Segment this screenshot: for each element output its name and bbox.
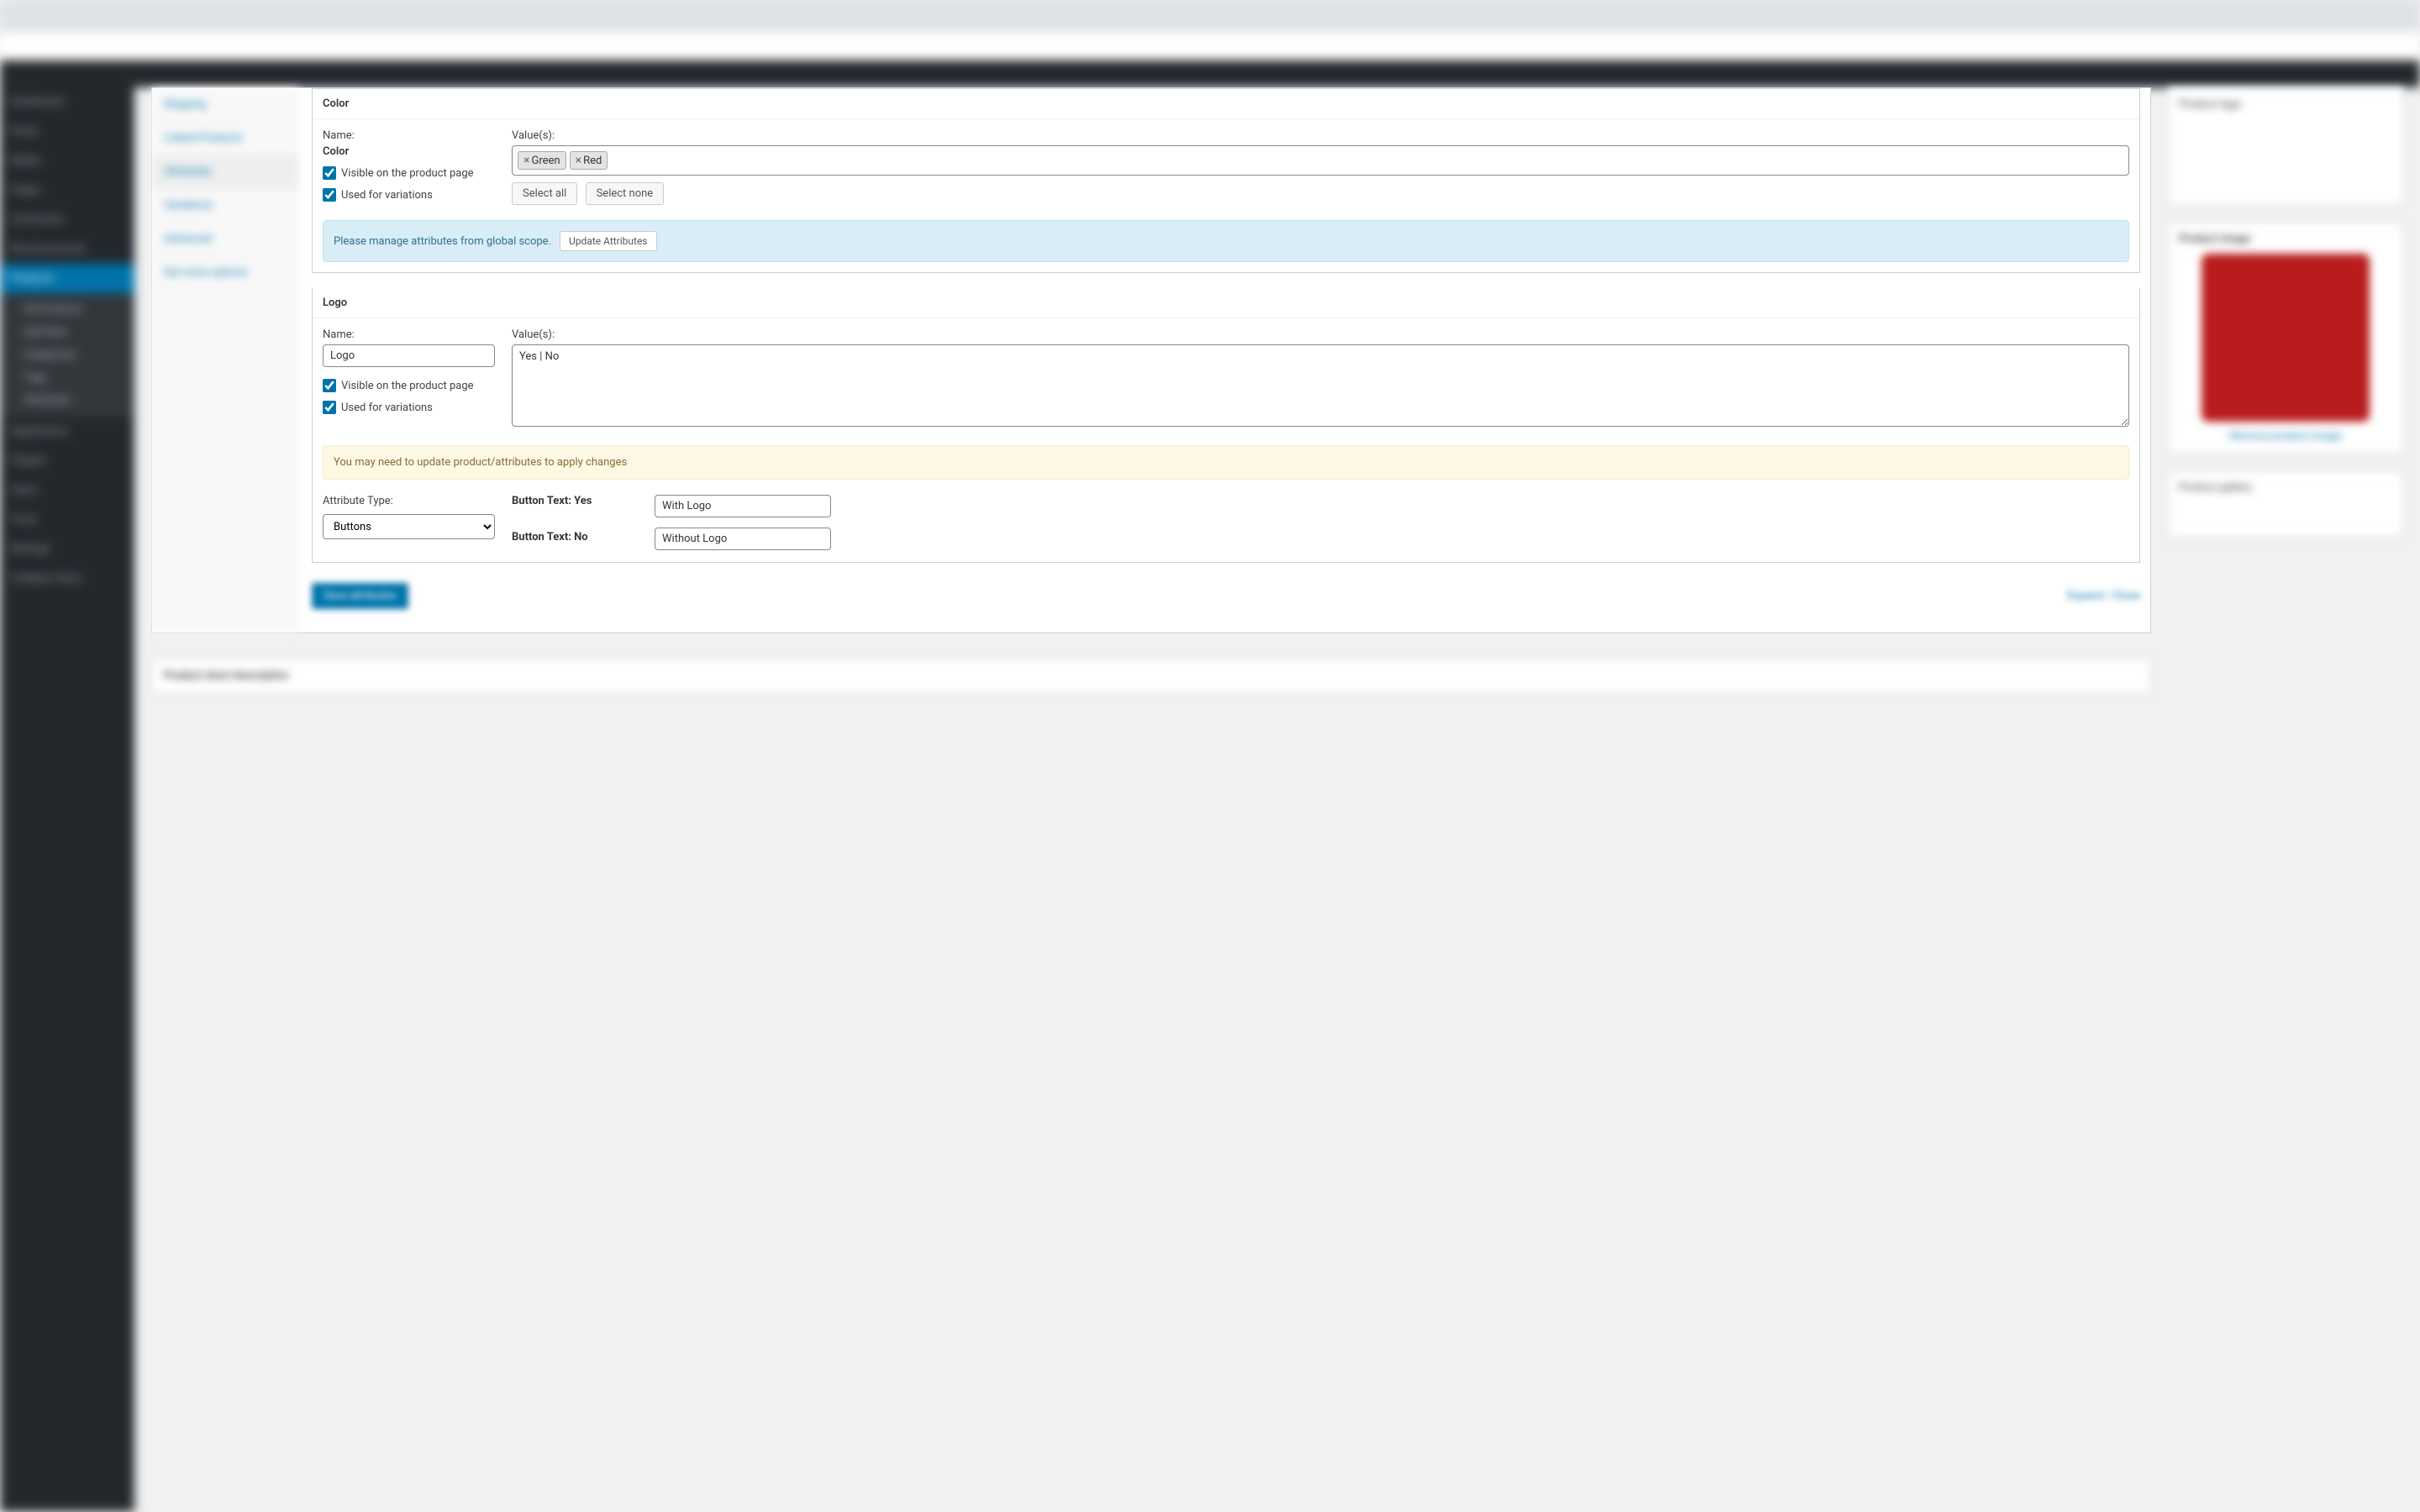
tag-remove-icon[interactable]: × bbox=[576, 155, 581, 166]
expand-close-link[interactable]: Expand / Close bbox=[2067, 590, 2140, 602]
color-values-input[interactable]: ×Green ×Red bbox=[512, 145, 2129, 176]
logo-variations-checkbox[interactable] bbox=[323, 401, 336, 414]
tag-remove-icon[interactable]: × bbox=[523, 155, 529, 166]
select-none-button[interactable]: Select none bbox=[586, 182, 665, 205]
logo-name-input[interactable] bbox=[323, 344, 495, 367]
update-attributes-button[interactable]: Update Attributes bbox=[560, 231, 656, 251]
logo-visible-label: Visible on the product page bbox=[341, 380, 474, 392]
logo-variations-label: Used for variations bbox=[341, 402, 433, 414]
logo-name-label: Name: bbox=[323, 328, 495, 341]
save-attributes-button[interactable]: Save attributes bbox=[312, 583, 408, 609]
btn-text-no-label: Button Text: No bbox=[512, 531, 638, 543]
tag-green[interactable]: ×Green bbox=[518, 151, 566, 170]
attribute-color-block: Color Name: Color Visible on the product… bbox=[312, 88, 2140, 273]
tag-red[interactable]: ×Red bbox=[570, 151, 608, 170]
color-visible-label: Visible on the product page bbox=[341, 167, 474, 180]
btn-text-yes-input[interactable] bbox=[655, 495, 831, 517]
select-all-button[interactable]: Select all bbox=[512, 182, 577, 205]
color-variations-label: Used for variations bbox=[341, 189, 433, 202]
attribute-type-select[interactable]: Buttons bbox=[323, 514, 495, 539]
color-name-label: Name: bbox=[323, 129, 495, 142]
attribute-color-title[interactable]: Color bbox=[313, 89, 2139, 119]
logo-values-textarea[interactable] bbox=[512, 344, 2129, 427]
short-description-box[interactable]: Product short description bbox=[151, 659, 2151, 693]
color-variations-checkbox[interactable] bbox=[323, 188, 336, 202]
type-label: Attribute Type: bbox=[323, 495, 495, 507]
attribute-logo-block: Logo Name: Visible on the product page bbox=[312, 288, 2140, 563]
attribute-logo-title[interactable]: Logo bbox=[313, 288, 2139, 318]
color-visible-checkbox[interactable] bbox=[323, 166, 336, 180]
btn-text-yes-label: Button Text: Yes bbox=[512, 495, 638, 507]
color-values-label: Value(s): bbox=[512, 129, 2129, 142]
btn-text-no-input[interactable] bbox=[655, 528, 831, 550]
color-name-value: Color bbox=[323, 145, 495, 158]
logo-visible-checkbox[interactable] bbox=[323, 379, 336, 392]
color-info-message: Please manage attributes from global sco… bbox=[334, 235, 551, 248]
logo-warn-box: You may need to update product/attribute… bbox=[323, 445, 2129, 480]
logo-values-label: Value(s): bbox=[512, 328, 2129, 341]
color-info-box: Please manage attributes from global sco… bbox=[323, 220, 2129, 262]
